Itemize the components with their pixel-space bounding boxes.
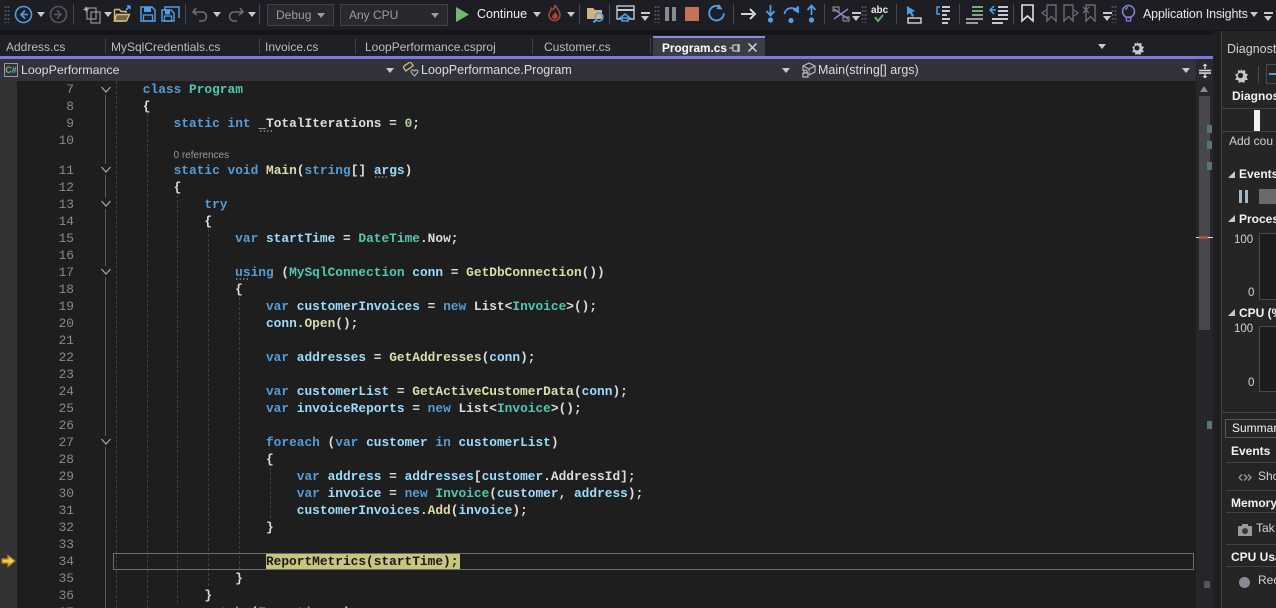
svg-text:abc: abc [871,5,889,16]
